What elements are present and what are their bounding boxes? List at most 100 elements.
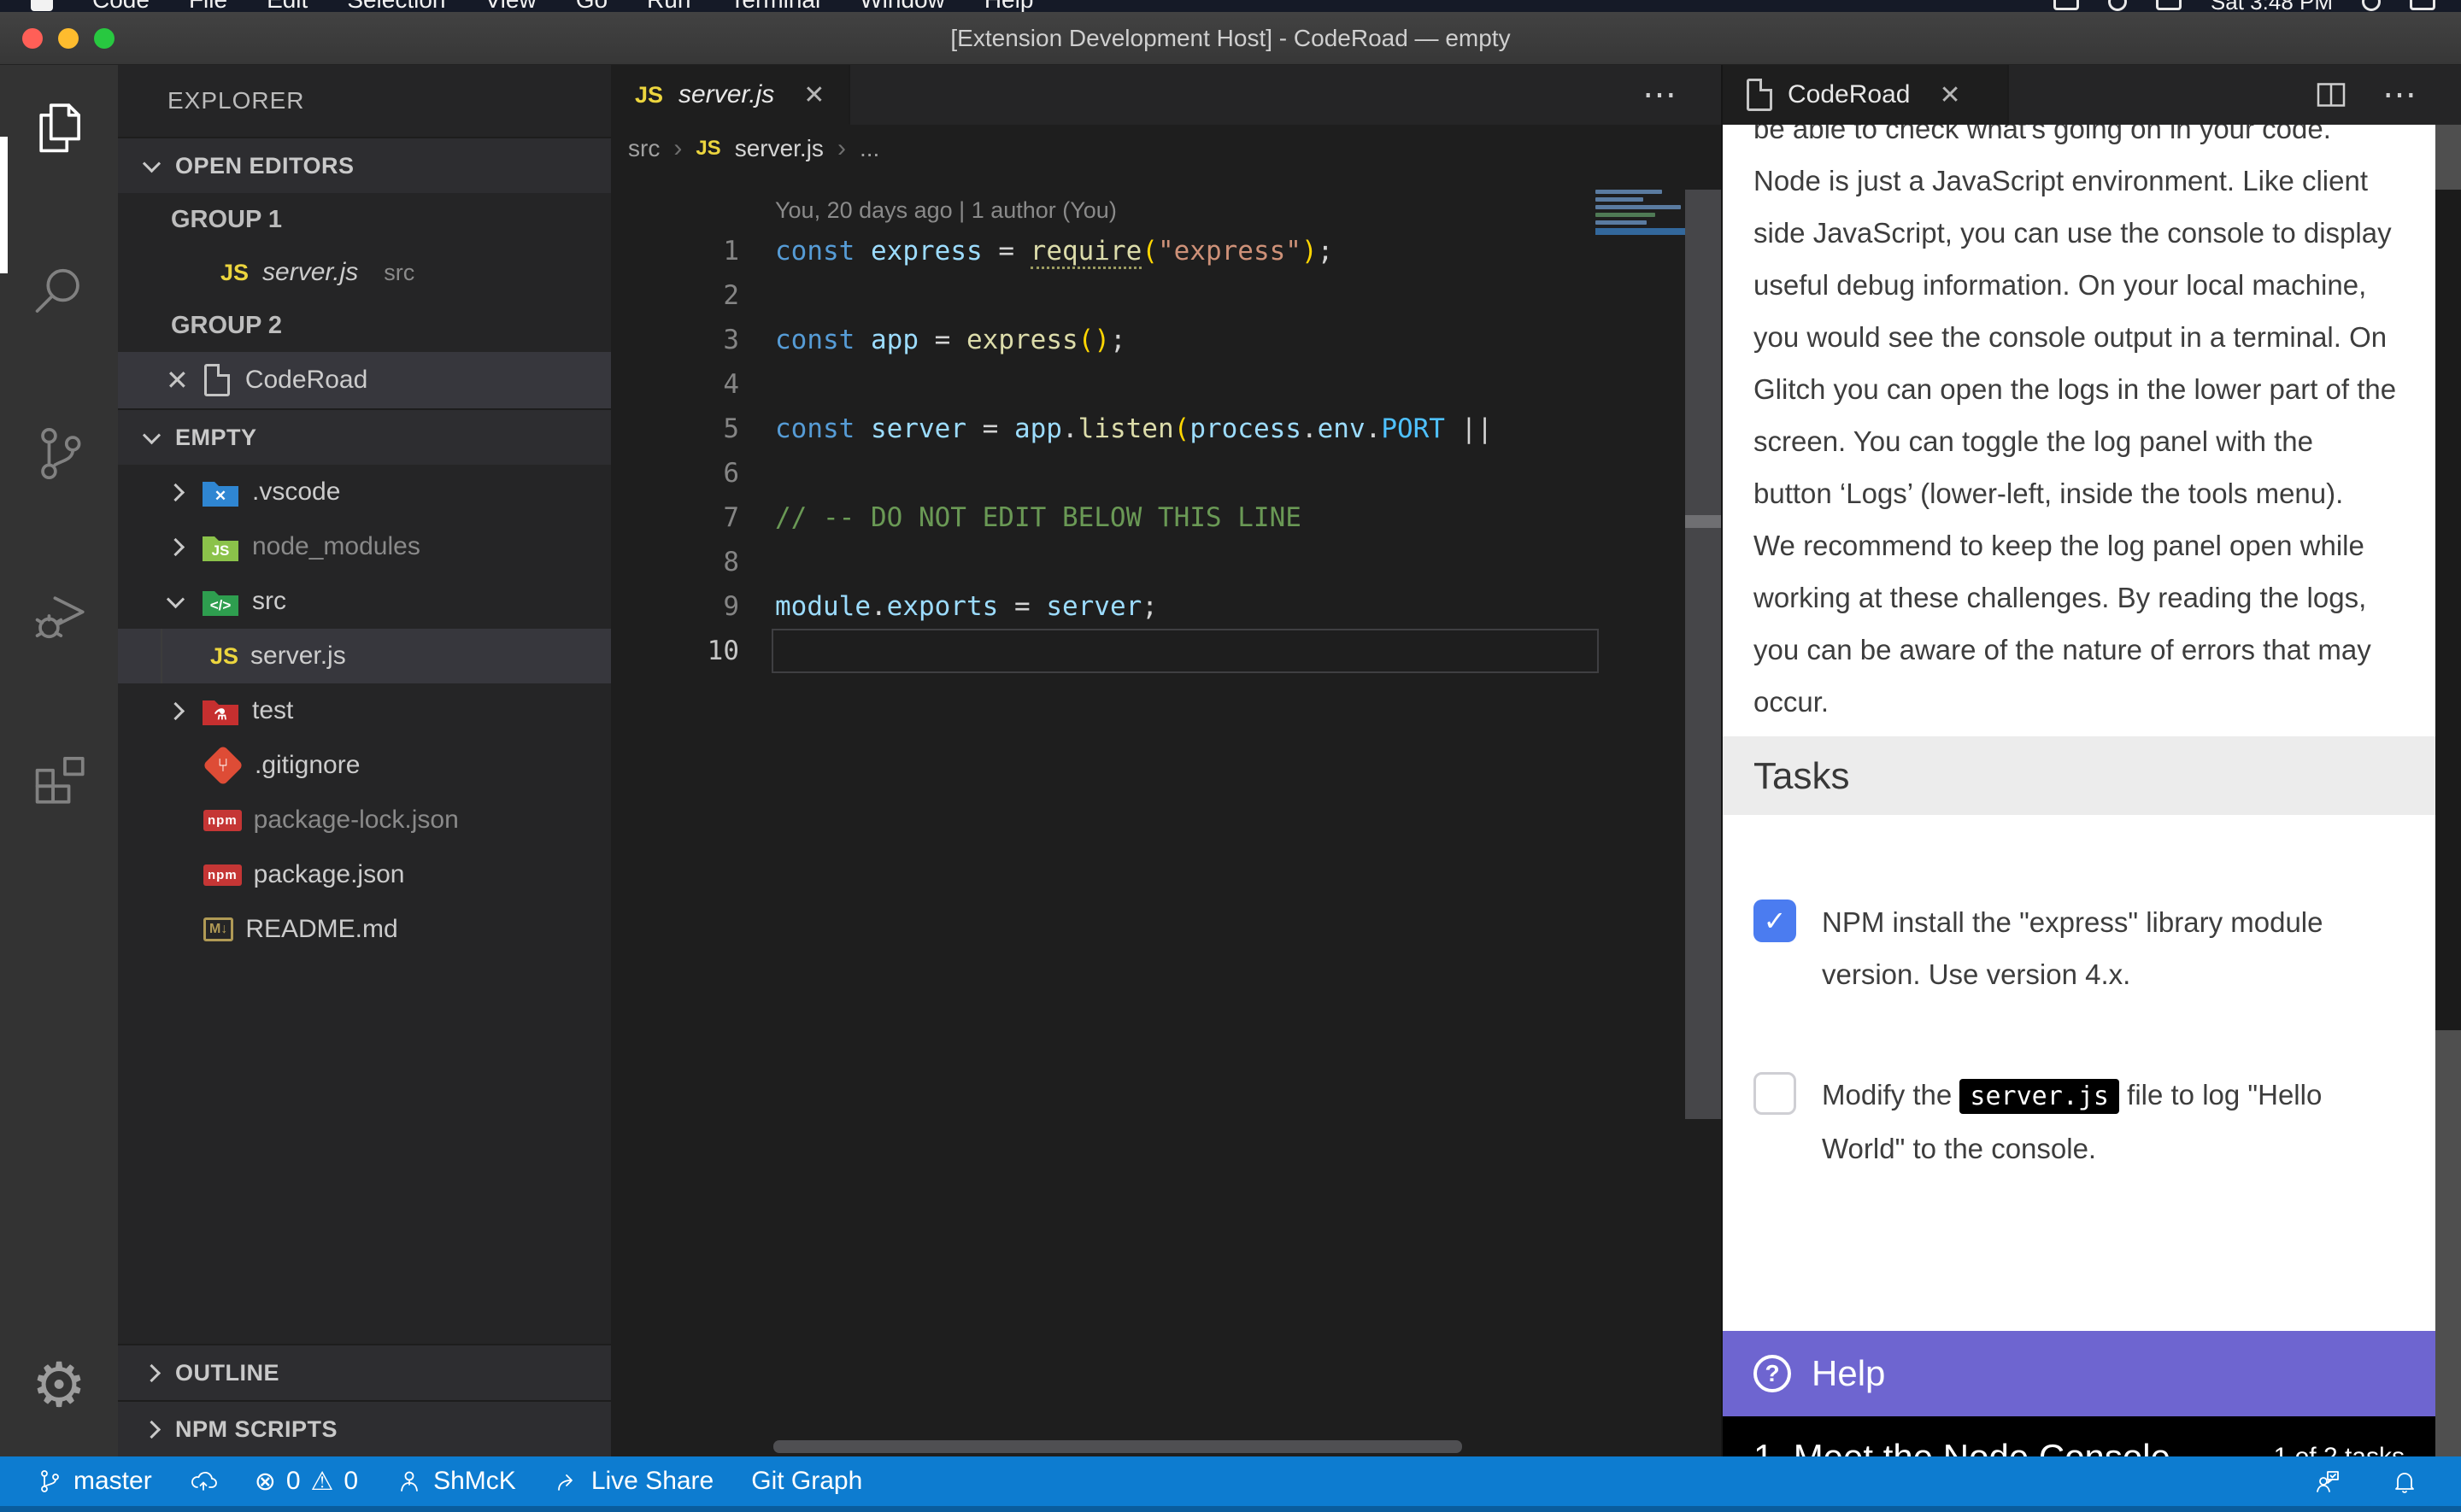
js-file-icon: JS <box>696 137 720 161</box>
open-editors-header[interactable]: OPEN EDITORS <box>118 137 611 193</box>
codelens-annotation[interactable]: You, 20 days ago | 1 author (You) <box>611 173 1721 229</box>
explorer-view-button[interactable] <box>0 65 118 193</box>
tab-serverjs[interactable]: JS server.js ✕ <box>611 65 850 125</box>
manage-gear-button[interactable]: ⚙ <box>0 1333 118 1436</box>
run-debug-view-button[interactable] <box>0 552 118 680</box>
tab-coderoad[interactable]: CodeRoad ✕ <box>1723 65 2009 125</box>
tree-item-gitignore[interactable]: .gitignore <box>118 738 611 793</box>
open-editor-serverjs[interactable]: JS server.js src <box>118 246 611 299</box>
coderoad-panel: CodeRoad ✕ ⋯ be able to check what's goi… <box>1723 65 2461 1456</box>
source-control-view-button[interactable] <box>0 390 118 518</box>
svg-text:✕: ✕ <box>214 488 226 504</box>
coderoad-webview[interactable]: be able to check what's going on in your… <box>1723 125 2435 1331</box>
minimap[interactable] <box>1595 190 1686 235</box>
webview-scrollbar[interactable] <box>2435 125 2461 1512</box>
apple-menu-icon[interactable] <box>31 0 53 11</box>
editor-scrollbar-thumb[interactable] <box>1685 515 1721 528</box>
menubar-clock: Sat 3:48 PM <box>2211 0 2333 12</box>
menu-edit[interactable]: Edit <box>267 0 308 12</box>
tree-item-vscode[interactable]: ✕ .vscode <box>118 465 611 519</box>
breadcrumb[interactable]: src › JS server.js › ... <box>611 125 1721 173</box>
breadcrumb-symbol[interactable]: ... <box>860 135 879 162</box>
help-button[interactable]: ? Help <box>1723 1331 2435 1416</box>
menu-window[interactable]: Window <box>860 0 945 12</box>
tree-item-node-modules[interactable]: JS node_modules <box>118 519 611 574</box>
open-editor-coderoad[interactable]: ✕ CodeRoad <box>118 352 611 408</box>
code-line-3[interactable]: 3 const app = express(); <box>611 318 1721 362</box>
npm-scripts-section-header[interactable]: NPM SCRIPTS <box>118 1400 611 1456</box>
problems-status[interactable]: ⊗ 0 ⚠ 0 <box>255 1467 358 1497</box>
code-line-6[interactable]: 6 <box>611 451 1721 495</box>
tree-item-label: .vscode <box>252 478 340 507</box>
tree-item-package-json[interactable]: npm package.json <box>118 847 611 902</box>
horizontal-scrollbar-thumb[interactable] <box>773 1440 1462 1453</box>
tree-item-readme[interactable]: M↓ README.md <box>118 902 611 957</box>
tree-item-package-lock[interactable]: npm package-lock.json <box>118 793 611 847</box>
minimize-window-button[interactable] <box>58 28 79 49</box>
tree-item-src[interactable]: </> src <box>118 574 611 629</box>
code-line-9[interactable]: 9 module.exports = server; <box>611 584 1721 629</box>
more-actions-icon[interactable]: ⋯ <box>2382 75 2420 114</box>
editor-scrollbar[interactable] <box>1685 190 1721 1119</box>
sync-changes-button[interactable] <box>190 1468 217 1495</box>
menu-run[interactable]: Run <box>647 0 690 12</box>
code-line-4[interactable]: 4 <box>611 362 1721 407</box>
markdown-icon: M↓ <box>203 917 233 941</box>
tree-item-serverjs[interactable]: JS server.js <box>118 629 611 683</box>
menu-selection[interactable]: Selection <box>347 0 445 12</box>
outline-section-header[interactable]: OUTLINE <box>118 1344 611 1400</box>
folder-section-label: EMPTY <box>175 425 257 451</box>
bell-icon[interactable] <box>2391 1468 2418 1495</box>
code-line-2[interactable]: 2 <box>611 273 1721 318</box>
menu-terminal[interactable]: Terminal <box>730 0 820 12</box>
git-graph-label: Git Graph <box>751 1467 862 1496</box>
close-icon[interactable]: ✕ <box>803 80 825 110</box>
git-branch-status[interactable]: master <box>36 1467 152 1496</box>
title-bar[interactable]: [Extension Development Host] - CodeRoad … <box>0 12 2461 65</box>
code-line-5[interactable]: 5 const server = app.listen(process.env.… <box>611 407 1721 451</box>
debug-icon <box>27 584 91 648</box>
task-checkbox-unchecked[interactable] <box>1753 1072 1796 1115</box>
source-control-icon <box>27 422 91 485</box>
zoom-window-button[interactable] <box>94 28 115 49</box>
editor-tab-bar: JS server.js ✕ ⋯ <box>611 65 1721 125</box>
more-actions-icon[interactable]: ⋯ <box>1642 75 1680 114</box>
breadcrumb-file[interactable]: server.js <box>735 135 824 162</box>
menu-go[interactable]: Go <box>576 0 608 12</box>
minimap-selection <box>1595 228 1686 235</box>
tab-label: CodeRoad <box>1788 80 1910 109</box>
close-icon[interactable]: ✕ <box>166 366 189 394</box>
split-editor-icon[interactable] <box>2314 78 2348 112</box>
chevron-right-icon <box>143 1420 161 1438</box>
code-line-1[interactable]: 1 const express = require("express"); <box>611 229 1721 273</box>
git-graph-button[interactable]: Git Graph <box>751 1467 862 1496</box>
feedback-icon[interactable] <box>2314 1468 2341 1495</box>
menu-help[interactable]: Help <box>984 0 1034 12</box>
live-share-button[interactable]: Live Share <box>554 1467 714 1496</box>
code-line-10-current[interactable]: 10 <box>611 629 1721 673</box>
menu-file[interactable]: File <box>189 0 227 12</box>
chevron-down-icon <box>143 155 161 173</box>
code-editor[interactable]: You, 20 days ago | 1 author (You) 1 cons… <box>611 173 1721 1456</box>
breadcrumb-folder[interactable]: src <box>628 135 660 162</box>
code-line-7[interactable]: 7 // -- DO NOT EDIT BELOW THIS LINE <box>611 495 1721 540</box>
chevron-right-icon <box>143 1363 161 1381</box>
folder-section-header[interactable]: EMPTY <box>118 408 611 465</box>
chevron-right-icon <box>167 701 185 719</box>
account-status[interactable]: ShMcK <box>396 1467 516 1496</box>
close-icon[interactable]: ✕ <box>1939 80 1960 110</box>
extensions-view-button[interactable] <box>0 714 118 842</box>
sidebar-title: EXPLORER <box>118 65 611 137</box>
close-window-button[interactable] <box>22 28 43 49</box>
menu-code[interactable]: Code <box>92 0 150 12</box>
tree-item-test[interactable]: ⚗ test <box>118 683 611 738</box>
explorer-sidebar: EXPLORER OPEN EDITORS GROUP 1 JS server.… <box>118 65 611 1456</box>
task-checkbox-checked[interactable]: ✓ <box>1753 900 1796 942</box>
webview-scrollbar-thumb[interactable] <box>2435 190 2461 1030</box>
menu-view[interactable]: View <box>485 0 537 12</box>
code-line-8[interactable]: 8 <box>611 540 1721 584</box>
editor-group-1-label: GROUP 1 <box>118 193 611 246</box>
menubar-status-icons[interactable]: Sat 3:48 PM <box>2053 0 2435 12</box>
search-view-button[interactable] <box>0 227 118 355</box>
tree-item-label: test <box>252 696 293 725</box>
